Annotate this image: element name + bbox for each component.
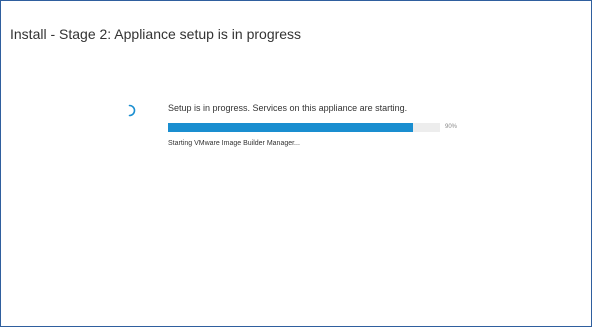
current-task-text: Starting VMware Image Builder Manager... (168, 140, 300, 147)
page-title: Install - Stage 2: Appliance setup is in… (10, 26, 302, 42)
progress-bar (168, 123, 440, 132)
progress-percent: 90% (445, 124, 458, 130)
progress-bar-fill (168, 123, 413, 132)
loading-spinner-icon (128, 104, 136, 117)
installer-window: Install - Stage 2: Appliance setup is in… (0, 0, 592, 327)
progress-status-text: Setup is in progress. Services on this a… (168, 103, 408, 113)
